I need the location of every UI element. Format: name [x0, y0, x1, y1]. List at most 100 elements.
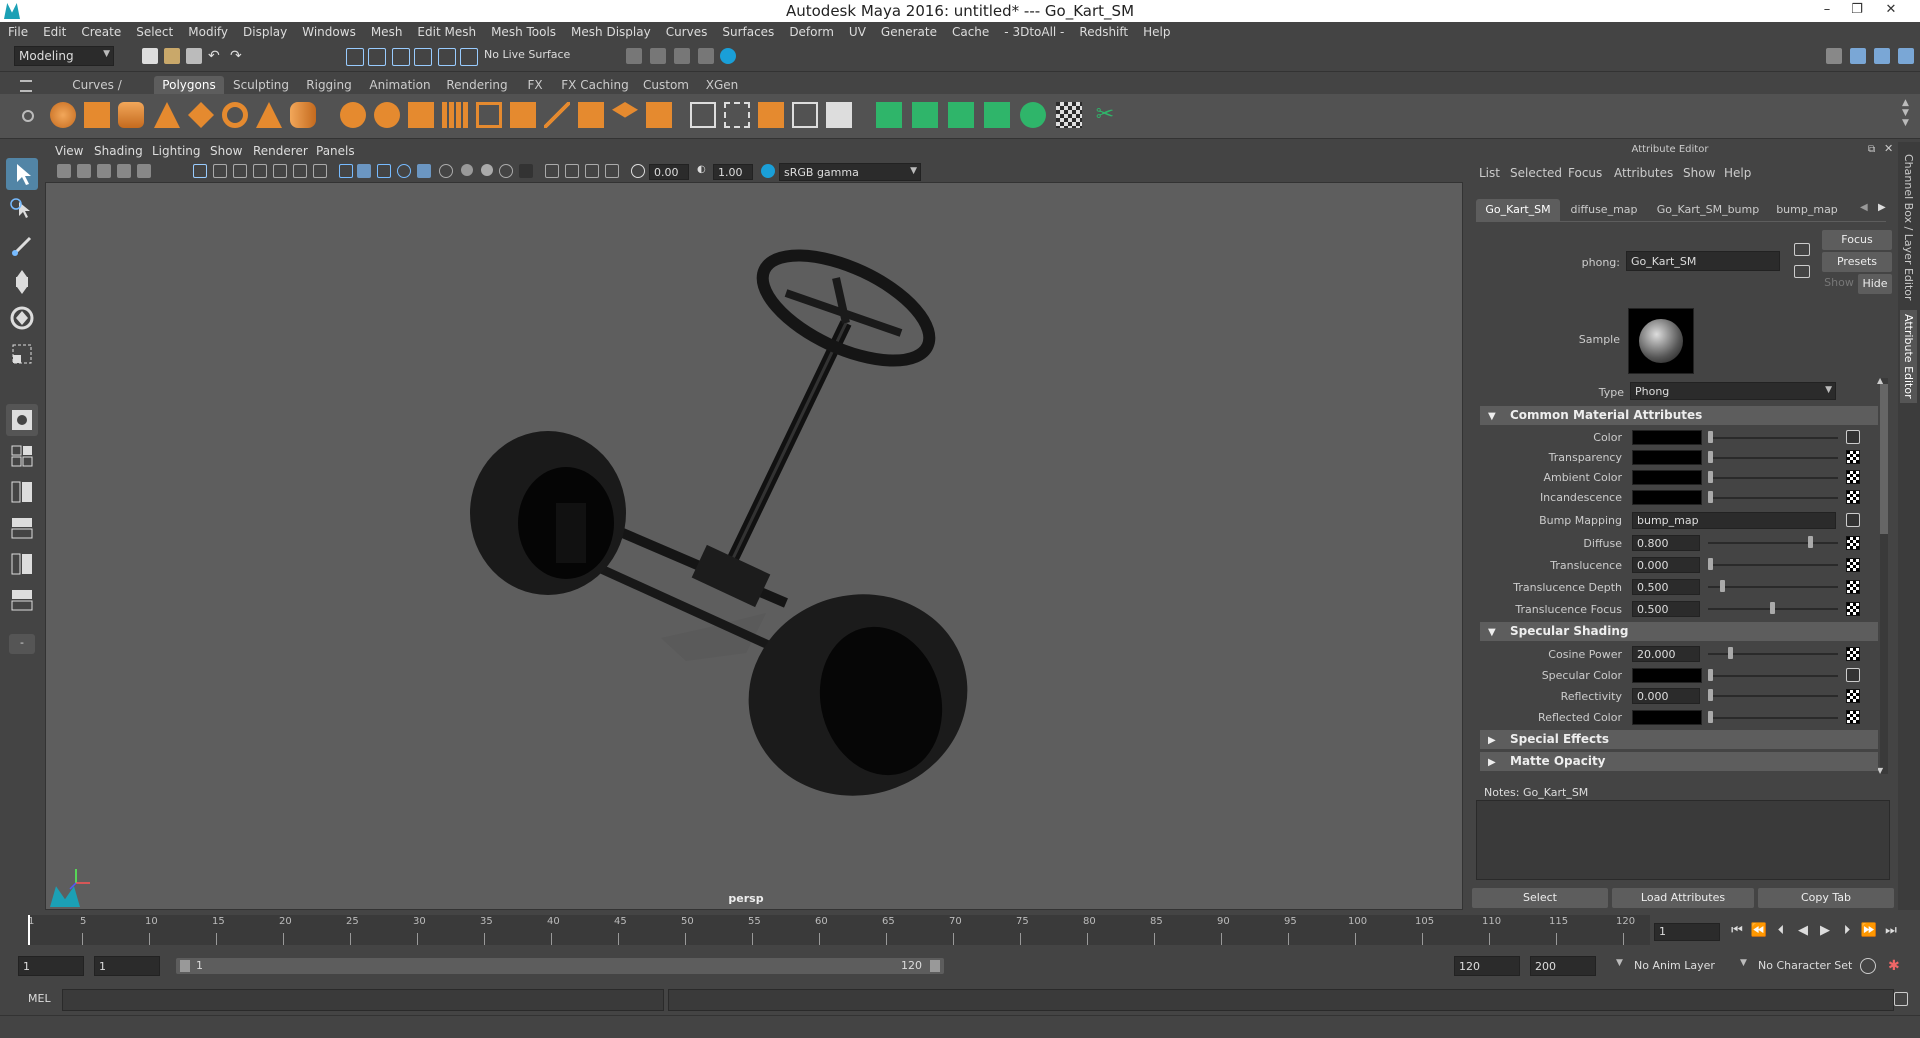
section-special-effects[interactable]: ▶ Special Effects: [1480, 730, 1878, 749]
channel-box-side-tab[interactable]: Channel Box / Layer Editor: [1902, 154, 1915, 301]
scale-tool-icon[interactable]: [6, 338, 38, 370]
live-surface-label[interactable]: No Live Surface: [484, 48, 570, 61]
range-slider-bar[interactable]: 1 120: [176, 958, 944, 974]
poly-cylinder-icon[interactable]: [118, 102, 144, 128]
shadows-icon[interactable]: [439, 164, 453, 178]
snap-curve-icon[interactable]: [438, 48, 456, 66]
wireframe-icon[interactable]: [339, 164, 353, 178]
shelf-tab-polygons[interactable]: Polygons: [154, 76, 224, 94]
translucence-field[interactable]: 0.000: [1632, 557, 1700, 573]
resolution-gate-icon[interactable]: [233, 164, 247, 178]
extrude-icon[interactable]: [476, 102, 502, 128]
menu-3dtoall[interactable]: - 3DtoAll -: [996, 22, 1071, 39]
specular-color-swatch[interactable]: [1632, 668, 1702, 683]
shelf-tab-fx-caching[interactable]: FX Caching: [556, 76, 634, 94]
reflected-color-map-icon[interactable]: [1846, 710, 1860, 724]
uv-spherical-icon[interactable]: [948, 102, 974, 128]
ambient-swatch[interactable]: [1632, 470, 1702, 485]
play-backward-icon[interactable]: ◀: [1794, 923, 1812, 939]
attribute-editor-toggle-icon[interactable]: [1850, 48, 1866, 64]
move-tool-icon[interactable]: [6, 266, 38, 298]
smooth-icon[interactable]: [442, 102, 468, 128]
field-chart-icon[interactable]: [273, 164, 287, 178]
insert-edge-loop-icon[interactable]: [612, 102, 638, 118]
menu-deform[interactable]: Deform: [781, 22, 841, 39]
incandescence-slider[interactable]: [1708, 497, 1838, 499]
ae-tab-left-arrow-icon[interactable]: ◀: [1860, 202, 1868, 213]
gamma-field[interactable]: 1.00: [713, 164, 753, 180]
color-slider-handle[interactable]: [1708, 431, 1713, 443]
current-frame-field[interactable]: 1: [1654, 923, 1720, 941]
menu-create[interactable]: Create: [73, 22, 128, 39]
hypershade-icon[interactable]: [698, 48, 714, 64]
exposure-field[interactable]: 0.00: [649, 164, 689, 180]
depth-of-field-icon[interactable]: [519, 164, 533, 178]
translucence-map-icon[interactable]: [1846, 558, 1860, 572]
rotate-tool-icon[interactable]: [6, 302, 38, 334]
show-button[interactable]: Show: [1822, 276, 1856, 289]
cosine-power-slider-handle[interactable]: [1728, 647, 1733, 659]
menu-windows[interactable]: Windows: [294, 22, 363, 39]
diffuse-field[interactable]: 0.800: [1632, 535, 1700, 551]
reflectivity-slider-handle[interactable]: [1708, 689, 1713, 701]
specular-color-slider[interactable]: [1708, 675, 1838, 677]
focus-button[interactable]: Focus: [1822, 230, 1892, 250]
menu-mesh-display[interactable]: Mesh Display: [563, 22, 658, 39]
camera-attributes-icon[interactable]: [77, 164, 91, 178]
perspective-viewport[interactable]: persp: [45, 182, 1463, 910]
wireframe-on-shaded-icon[interactable]: [377, 164, 391, 178]
reflected-color-swatch[interactable]: [1632, 710, 1702, 725]
mirror-icon[interactable]: [826, 102, 852, 128]
uv-editor-icon[interactable]: [1056, 102, 1082, 128]
ae-float-icon[interactable]: ⧉: [1868, 144, 1875, 155]
section-specular-shading[interactable]: ▼ Specular Shading: [1480, 622, 1878, 641]
load-attributes-button[interactable]: Load Attributes: [1612, 888, 1754, 908]
ae-menu-show[interactable]: Show: [1683, 166, 1715, 180]
presets-button[interactable]: Presets: [1822, 252, 1892, 272]
smooth-shade-icon[interactable]: [357, 164, 371, 178]
ipr-render-icon[interactable]: [650, 48, 666, 64]
collapse-toolbox-icon[interactable]: -: [9, 634, 35, 654]
character-set-dropdown[interactable]: ▼ No Character Set: [1740, 956, 1868, 976]
range-start-handle[interactable]: [180, 960, 190, 972]
gate-mask-icon[interactable]: [253, 164, 267, 178]
shelf-settings-icon[interactable]: [22, 110, 34, 122]
outliner-persp-layout-icon[interactable]: [6, 584, 38, 616]
translucence-focus-slider-handle[interactable]: [1770, 602, 1775, 614]
uv-automatic-icon[interactable]: [984, 102, 1010, 128]
translucence-depth-field[interactable]: 0.500: [1632, 579, 1700, 595]
poly-cube-icon[interactable]: [84, 102, 110, 128]
script-editor-icon[interactable]: [1894, 992, 1908, 1006]
target-weld-icon[interactable]: [690, 102, 716, 128]
step-forward-key-icon[interactable]: ⏵: [1838, 923, 1856, 939]
append-polygon-icon[interactable]: [646, 102, 672, 128]
ae-menu-help[interactable]: Help: [1724, 166, 1751, 180]
incandescence-swatch[interactable]: [1632, 490, 1702, 505]
ae-menu-selected[interactable]: Selected: [1510, 166, 1562, 180]
menu-file[interactable]: File: [0, 22, 35, 39]
incandescence-slider-handle[interactable]: [1708, 491, 1713, 503]
diffuse-slider-handle[interactable]: [1808, 536, 1813, 548]
ae-tab-right-arrow-icon[interactable]: ▶: [1878, 202, 1886, 213]
color-swatch[interactable]: [1632, 430, 1702, 445]
combine-icon[interactable]: [340, 102, 366, 128]
menu-redshift[interactable]: Redshift: [1071, 22, 1135, 39]
exposure-icon[interactable]: [631, 164, 645, 178]
safe-action-icon[interactable]: [293, 164, 307, 178]
incandescence-map-icon[interactable]: [1846, 490, 1860, 504]
menu-help[interactable]: Help: [1135, 22, 1177, 39]
menu-mesh-tools[interactable]: Mesh Tools: [483, 22, 563, 39]
two-d-pan-icon[interactable]: [137, 164, 151, 178]
use-all-lights-icon[interactable]: [417, 164, 431, 178]
translucence-slider-handle[interactable]: [1708, 558, 1713, 570]
xray-components-icon[interactable]: [605, 164, 619, 178]
anim-layer-dropdown[interactable]: ▼ No Anim Layer: [1616, 956, 1744, 976]
input-connection-icon[interactable]: [1794, 243, 1810, 256]
reflectivity-map-icon[interactable]: [1846, 689, 1860, 703]
translucence-focus-map-icon[interactable]: [1846, 602, 1860, 616]
poly-cone-icon[interactable]: [154, 102, 180, 128]
shelf-tab-animation[interactable]: Animation: [364, 76, 436, 94]
hide-button[interactable]: Hide: [1858, 274, 1892, 294]
ae-tab-go-kart-sm[interactable]: Go_Kart_SM: [1476, 199, 1560, 221]
diffuse-slider[interactable]: [1708, 542, 1838, 544]
